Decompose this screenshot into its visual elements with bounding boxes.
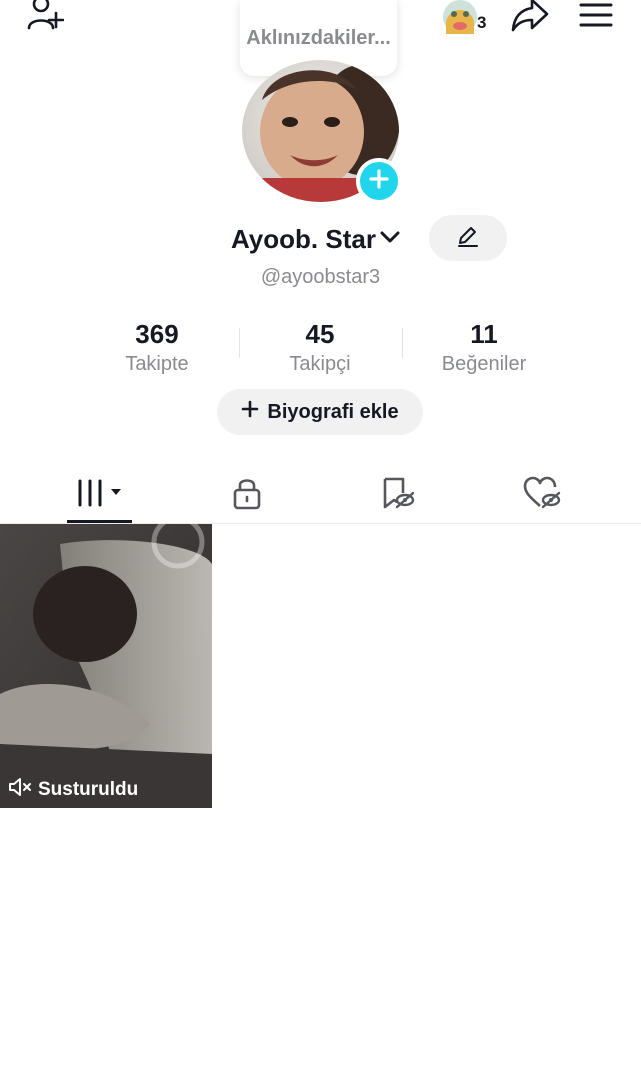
stat-following[interactable]: 369 Takipte — [77, 318, 237, 378]
add-avatar-story-button[interactable] — [356, 158, 402, 204]
tab-liked[interactable] — [462, 466, 622, 524]
add-friend-button[interactable] — [22, 0, 66, 36]
likes-count: 11 — [470, 319, 498, 349]
badge-count: 3 — [477, 13, 487, 32]
video-thumbnail[interactable] — [0, 524, 212, 808]
speaker-muted-icon — [8, 776, 34, 804]
add-bio-button[interactable]: Biyografi ekle — [217, 389, 423, 435]
lock-icon — [231, 476, 263, 515]
bookmark-hidden-icon — [379, 476, 415, 515]
stat-likes[interactable]: 11 Beğeniler — [404, 318, 564, 378]
stat-followers[interactable]: 45 Takipçi — [240, 318, 400, 378]
heart-hidden-icon — [523, 476, 561, 515]
person-plus-icon — [24, 0, 65, 39]
display-name: Ayoob. Star — [231, 223, 376, 254]
tab-private[interactable] — [167, 466, 327, 524]
following-count: 369 — [135, 319, 179, 349]
share-profile-button[interactable] — [508, 0, 552, 36]
add-bio-label: Biyografi ekle — [267, 400, 399, 423]
grid-icon — [75, 477, 125, 514]
menu-button[interactable] — [574, 0, 618, 36]
plus-icon — [368, 168, 390, 195]
muted-indicator: Susturuldu — [8, 776, 138, 804]
share-arrow-icon — [510, 0, 550, 39]
account-switcher[interactable]: Ayoob. Star — [231, 220, 400, 258]
muted-label: Susturuldu — [38, 779, 139, 800]
thought-bubble-text: Aklınızdakiler... — [246, 27, 391, 49]
tab-saved[interactable] — [317, 466, 477, 524]
friends-avatar-badge[interactable]: 3 — [443, 0, 493, 36]
pencil-icon — [456, 225, 480, 252]
hamburger-menu-icon — [579, 1, 613, 36]
following-label: Takipte — [125, 353, 189, 375]
tab-videos[interactable] — [20, 466, 180, 524]
username-handle: @ayoobstar3 — [260, 266, 381, 288]
followers-label: Takipçi — [289, 353, 351, 375]
stat-divider — [402, 328, 403, 358]
chevron-down-icon — [380, 230, 400, 249]
likes-label: Beğeniler — [441, 353, 527, 375]
plus-icon — [241, 400, 259, 424]
followers-count: 45 — [305, 319, 335, 349]
friend-avatar-icon — [443, 0, 477, 41]
edit-profile-button[interactable] — [429, 215, 507, 261]
